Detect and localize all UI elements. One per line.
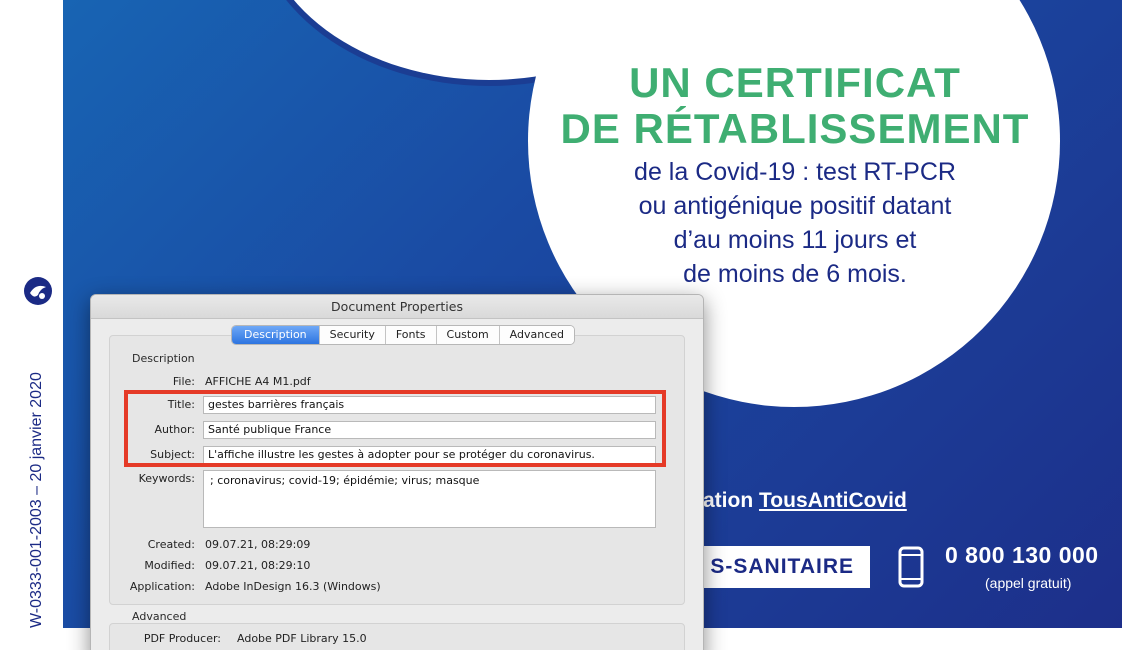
tab-custom[interactable]: Custom (436, 326, 500, 344)
poster-headline: UN CERTIFICAT DE RÉTABLISSEMENT (538, 60, 1052, 152)
document-reference-vertical: W-0333-001-2003 – 20 janvier 2020 (28, 372, 45, 628)
modified-value: 09.07.21, 08:29:10 (205, 559, 311, 572)
title-field[interactable]: gestes barrières français (203, 396, 656, 414)
properties-tab-bar: Description Security Fonts Custom Advanc… (231, 325, 576, 345)
app-name-link[interactable]: TousAntiCovid (759, 489, 907, 512)
agency-logo-icon (24, 277, 52, 305)
tab-description[interactable]: Description (232, 326, 320, 344)
tab-advanced[interactable]: Advanced (499, 326, 575, 344)
file-label: File: (172, 375, 195, 388)
tab-security[interactable]: Security (319, 326, 386, 344)
author-field[interactable]: Santé publique France (203, 421, 656, 439)
file-value: AFFICHE A4 M1.pdf (205, 375, 311, 388)
phone-number: 0 800 130 000 (945, 542, 1099, 568)
subject-label: Subject: (150, 448, 195, 461)
phone-note: (appel gratuit) (985, 575, 1072, 591)
phone-icon (898, 546, 924, 588)
application-value: Adobe InDesign 16.3 (Windows) (205, 580, 381, 593)
keywords-label: Keywords: (138, 472, 195, 485)
document-properties-dialog: Document Properties Description Security… (90, 294, 704, 650)
app-prefix: ation (703, 489, 754, 512)
dialog-titlebar: Document Properties (91, 295, 703, 319)
modified-label: Modified: (144, 559, 195, 572)
description-section-label: Description (132, 352, 195, 365)
headline-line-1: UN CERTIFICAT (629, 59, 961, 106)
keywords-field[interactable]: ; coronavirus; covid-19; épidémie; virus… (203, 470, 656, 528)
created-label: Created: (147, 538, 195, 551)
pdf-producer-label: PDF Producer: (143, 632, 221, 645)
app-mention: ation TousAntiCovid (703, 489, 907, 513)
created-value: 09.07.21, 08:29:09 (205, 538, 311, 551)
subtext-line: de la Covid-19 : test RT-PCR (634, 158, 956, 186)
application-label: Application: (129, 580, 195, 593)
subtext-line: de moins de 6 mois. (683, 260, 907, 288)
advanced-section-label: Advanced (132, 610, 187, 623)
headline-line-2: DE RÉTABLISSEMENT (560, 105, 1030, 152)
pdf-producer-value: Adobe PDF Library 15.0 (237, 632, 367, 645)
title-label: Title: (167, 398, 195, 411)
subtext-line: d’au moins 11 jours et (673, 226, 917, 254)
tab-fonts[interactable]: Fonts (385, 326, 437, 344)
subtext-line: ou antigénique positif datant (638, 192, 952, 220)
poster-subtext: de la Covid-19 : test RT-PCR ou antigéni… (538, 155, 1052, 291)
author-label: Author: (154, 423, 195, 436)
subject-field[interactable]: L'affiche illustre les gestes à adopter … (203, 446, 656, 464)
